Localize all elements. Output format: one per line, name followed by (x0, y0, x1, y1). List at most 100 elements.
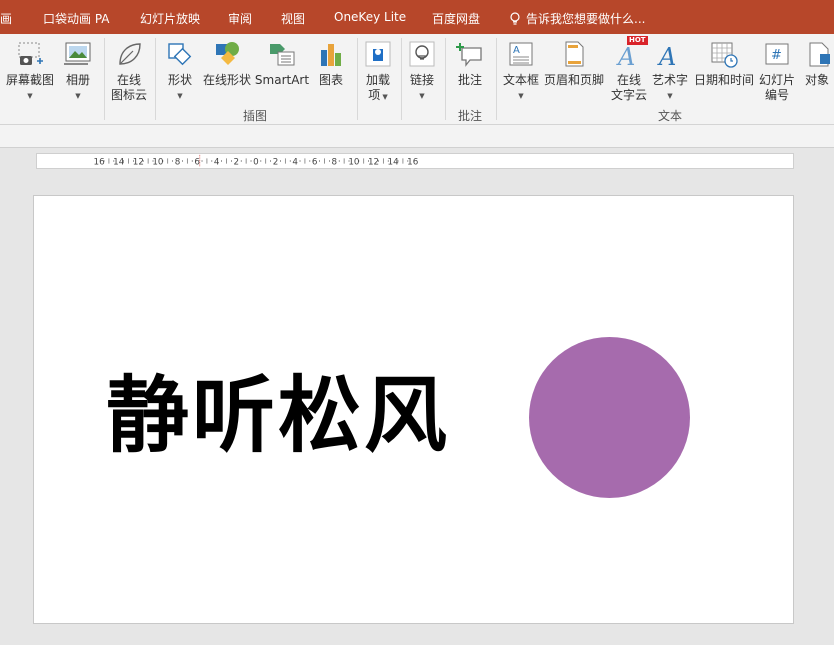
tell-me-box[interactable]: 告诉我您想要做什么... (509, 10, 645, 27)
screenshot-icon (18, 42, 43, 65)
tell-me-text: 告诉我您想要做什么... (526, 12, 646, 26)
online-shapes-button[interactable]: 在线形状 (201, 38, 253, 118)
ruler-tick-label: 16 (407, 158, 419, 168)
slide-number-button[interactable]: # 幻灯片 编号 (756, 38, 798, 118)
ribbon-separator (401, 38, 402, 120)
online-text-cloud-button[interactable]: HOT A 在线 文字云 (607, 36, 651, 118)
datetime-button[interactable]: 日期和时间 (692, 38, 756, 118)
header-footer-icon (565, 41, 584, 67)
bar-chart-icon (321, 44, 341, 66)
chevron-down-icon: ▼ (667, 92, 673, 100)
purple-circle-shape[interactable] (529, 337, 690, 498)
tab-onekey-lite[interactable]: OneKey Lite (334, 10, 406, 24)
smartart-icon (270, 44, 295, 66)
horizontal-ruler: 16 14 12 10 8 6 4 2 0 2 4 6 8 10 12 14 16 (36, 153, 794, 169)
album-label: 相册 (65, 73, 90, 87)
svg-text:A: A (616, 43, 635, 68)
screenshot-button[interactable]: 屏幕截图 ▼ (4, 38, 56, 118)
comment-button[interactable]: 批注 (451, 38, 489, 118)
ribbon-separator (155, 38, 156, 120)
object-button[interactable]: 对象 (801, 38, 834, 118)
tab-review[interactable]: 审阅 (228, 10, 252, 27)
tab-view[interactable]: 视图 (281, 10, 305, 27)
ribbon-separator (445, 38, 446, 120)
ribbon: 屏幕截图 ▼ 相册 ▼ 在线 图标云 形状 ▼ 在线形状 SmartArt 图表… (0, 34, 834, 125)
shapes-label: 形状 (167, 73, 192, 87)
wordart-icon: A (657, 43, 676, 68)
object-label: 对象 (805, 73, 830, 87)
ruler-tick-label: 2 (273, 158, 279, 168)
lightbulb-icon (510, 11, 520, 25)
group-comments-label: 批注 (458, 109, 483, 123)
wordart-label: 艺术字 (651, 73, 688, 87)
svg-text:A: A (513, 45, 520, 56)
tab-slideshow[interactable]: 幻灯片放映 (140, 10, 200, 27)
ruler-tick-label: 6 (312, 158, 318, 168)
link-label: 链接 (409, 73, 434, 87)
online-icon-label: 在线 图标云 (110, 73, 147, 102)
slide-title-text[interactable]: 静听松风 (106, 366, 450, 466)
addins-button[interactable]: 加载项 ▼ (361, 38, 395, 118)
screenshot-label: 屏幕截图 (5, 73, 54, 87)
chart-label: 图表 (318, 73, 343, 87)
calendar-clock-icon (711, 42, 738, 68)
smartart-button[interactable]: SmartArt (254, 38, 310, 118)
wordart-button[interactable]: A 艺术字 ▼ (651, 38, 689, 118)
tab-pocket-animation[interactable]: 口袋动画 PA (43, 10, 110, 27)
photo-album-icon (64, 42, 91, 65)
comment-label: 批注 (457, 73, 482, 87)
ruler-tick-label: 10 (348, 158, 359, 168)
smartart-label: SmartArt (254, 73, 310, 87)
datetime-label: 日期和时间 (693, 73, 754, 87)
store-icon (365, 41, 391, 67)
ruler-tick-label: 14 (388, 158, 400, 168)
ruler-tick-label: 4 (214, 158, 220, 168)
ruler-tick-label: 12 (133, 158, 144, 168)
group-illustrations-label: 插图 (243, 109, 268, 123)
object-icon (809, 42, 830, 67)
online-shapes-label: 在线形状 (202, 73, 251, 87)
chevron-down-icon: ▼ (27, 92, 33, 100)
chevron-down-icon: ▼ (518, 92, 524, 100)
shapes-icon (168, 43, 192, 66)
textbox-button[interactable]: A 文本框 ▼ (500, 38, 542, 118)
ruler-tick-label: 14 (113, 158, 125, 168)
tab-baidu-netdisk[interactable]: 百度网盘 (432, 10, 480, 27)
link-icon (409, 41, 435, 67)
ruler-tick-label: 12 (368, 158, 379, 168)
link-button[interactable]: 链接 ▼ (405, 38, 439, 118)
ribbon-tab-bar: 画 口袋动画 PA 幻灯片放映 审阅 视图 OneKey Lite 百度网盘 告… (0, 0, 834, 34)
ribbon-separator (496, 38, 497, 120)
addins-label: 加载项 ▼ (365, 73, 390, 102)
comment-icon (456, 43, 482, 67)
chevron-down-icon: ▼ (419, 92, 425, 100)
ruler-tick-label: 10 (152, 158, 163, 168)
online-shapes-icon (216, 42, 239, 65)
chevron-down-icon: ▼ (75, 92, 81, 100)
group-text-label: 文本 (658, 109, 683, 123)
chevron-down-icon: ▼ (177, 92, 183, 100)
textbox-icon: A (509, 42, 533, 66)
album-button[interactable]: 相册 ▼ (60, 38, 96, 118)
textbox-label: 文本框 (502, 73, 539, 87)
ruler-tick-label: 0 (253, 158, 259, 168)
ruler-tick-label: 8 (332, 158, 338, 168)
shapes-button[interactable]: 形状 ▼ (162, 38, 198, 118)
slide-number-icon: # (765, 43, 789, 65)
slide-canvas[interactable]: 静听松风 (33, 195, 794, 624)
tab-animations[interactable]: 画 (0, 10, 12, 27)
ruler-tick-label: 16 (94, 158, 106, 168)
ruler-tick-label: 2 (234, 158, 240, 168)
online-icon-button[interactable]: 在线 图标云 (108, 38, 150, 118)
header-footer-button[interactable]: 页眉和页脚 (543, 38, 605, 118)
ruler-tick-label: 4 (292, 158, 298, 168)
chart-button[interactable]: 图表 (312, 38, 350, 118)
wordart-cloud-icon: A (616, 43, 635, 68)
ribbon-separator (104, 38, 105, 120)
header-footer-label: 页眉和页脚 (543, 73, 604, 87)
leaf-icon (119, 43, 141, 65)
ribbon-collapse-strip (0, 125, 834, 148)
svg-text:#: # (771, 48, 782, 63)
online-text-cloud-label: 在线 文字云 (610, 73, 647, 102)
svg-text:A: A (657, 43, 676, 68)
